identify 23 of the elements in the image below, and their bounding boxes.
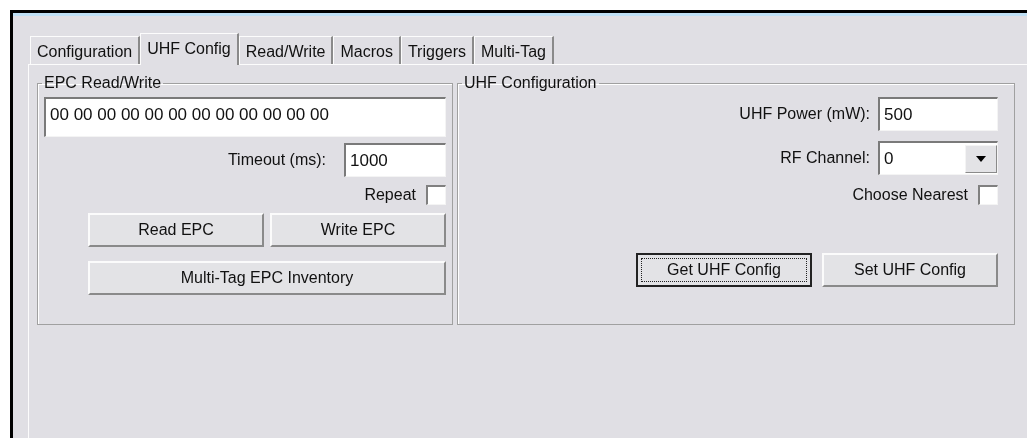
timeout-field[interactable]: 1000 bbox=[344, 143, 446, 177]
group-title: UHF Configuration bbox=[463, 73, 598, 93]
checkbox-label: Choose Nearest bbox=[852, 185, 968, 205]
tab[interactable]: Multi-Tag bbox=[474, 36, 554, 64]
power-label: UHF Power (mW): bbox=[739, 104, 870, 124]
group-title: EPC Read/Write bbox=[43, 73, 163, 93]
command-button[interactable]: Read EPC bbox=[88, 213, 264, 247]
checkbox-label: Repeat bbox=[364, 185, 416, 205]
power-field[interactable]: 500 bbox=[878, 97, 998, 131]
checkbox[interactable] bbox=[426, 185, 446, 205]
epc-field[interactable]: 00 00 00 00 00 00 00 00 00 00 00 00 bbox=[44, 97, 446, 137]
command-button[interactable]: Write EPC bbox=[270, 213, 446, 247]
channel-label: RF Channel: bbox=[780, 148, 870, 168]
tab[interactable]: UHF Config bbox=[140, 33, 239, 65]
tab[interactable]: Macros bbox=[333, 36, 401, 64]
timeout-label: Timeout (ms): bbox=[227, 150, 326, 170]
command-button[interactable]: Multi-Tag EPC Inventory bbox=[88, 261, 446, 295]
command-button[interactable]: Get UHF Config bbox=[636, 253, 812, 287]
checkbox[interactable] bbox=[978, 185, 998, 205]
tab[interactable]: Triggers bbox=[400, 36, 475, 64]
command-button[interactable]: Set UHF Config bbox=[822, 253, 998, 287]
tab[interactable]: Read/Write bbox=[238, 36, 334, 64]
channel-dropdown[interactable]: 0 bbox=[878, 141, 998, 175]
